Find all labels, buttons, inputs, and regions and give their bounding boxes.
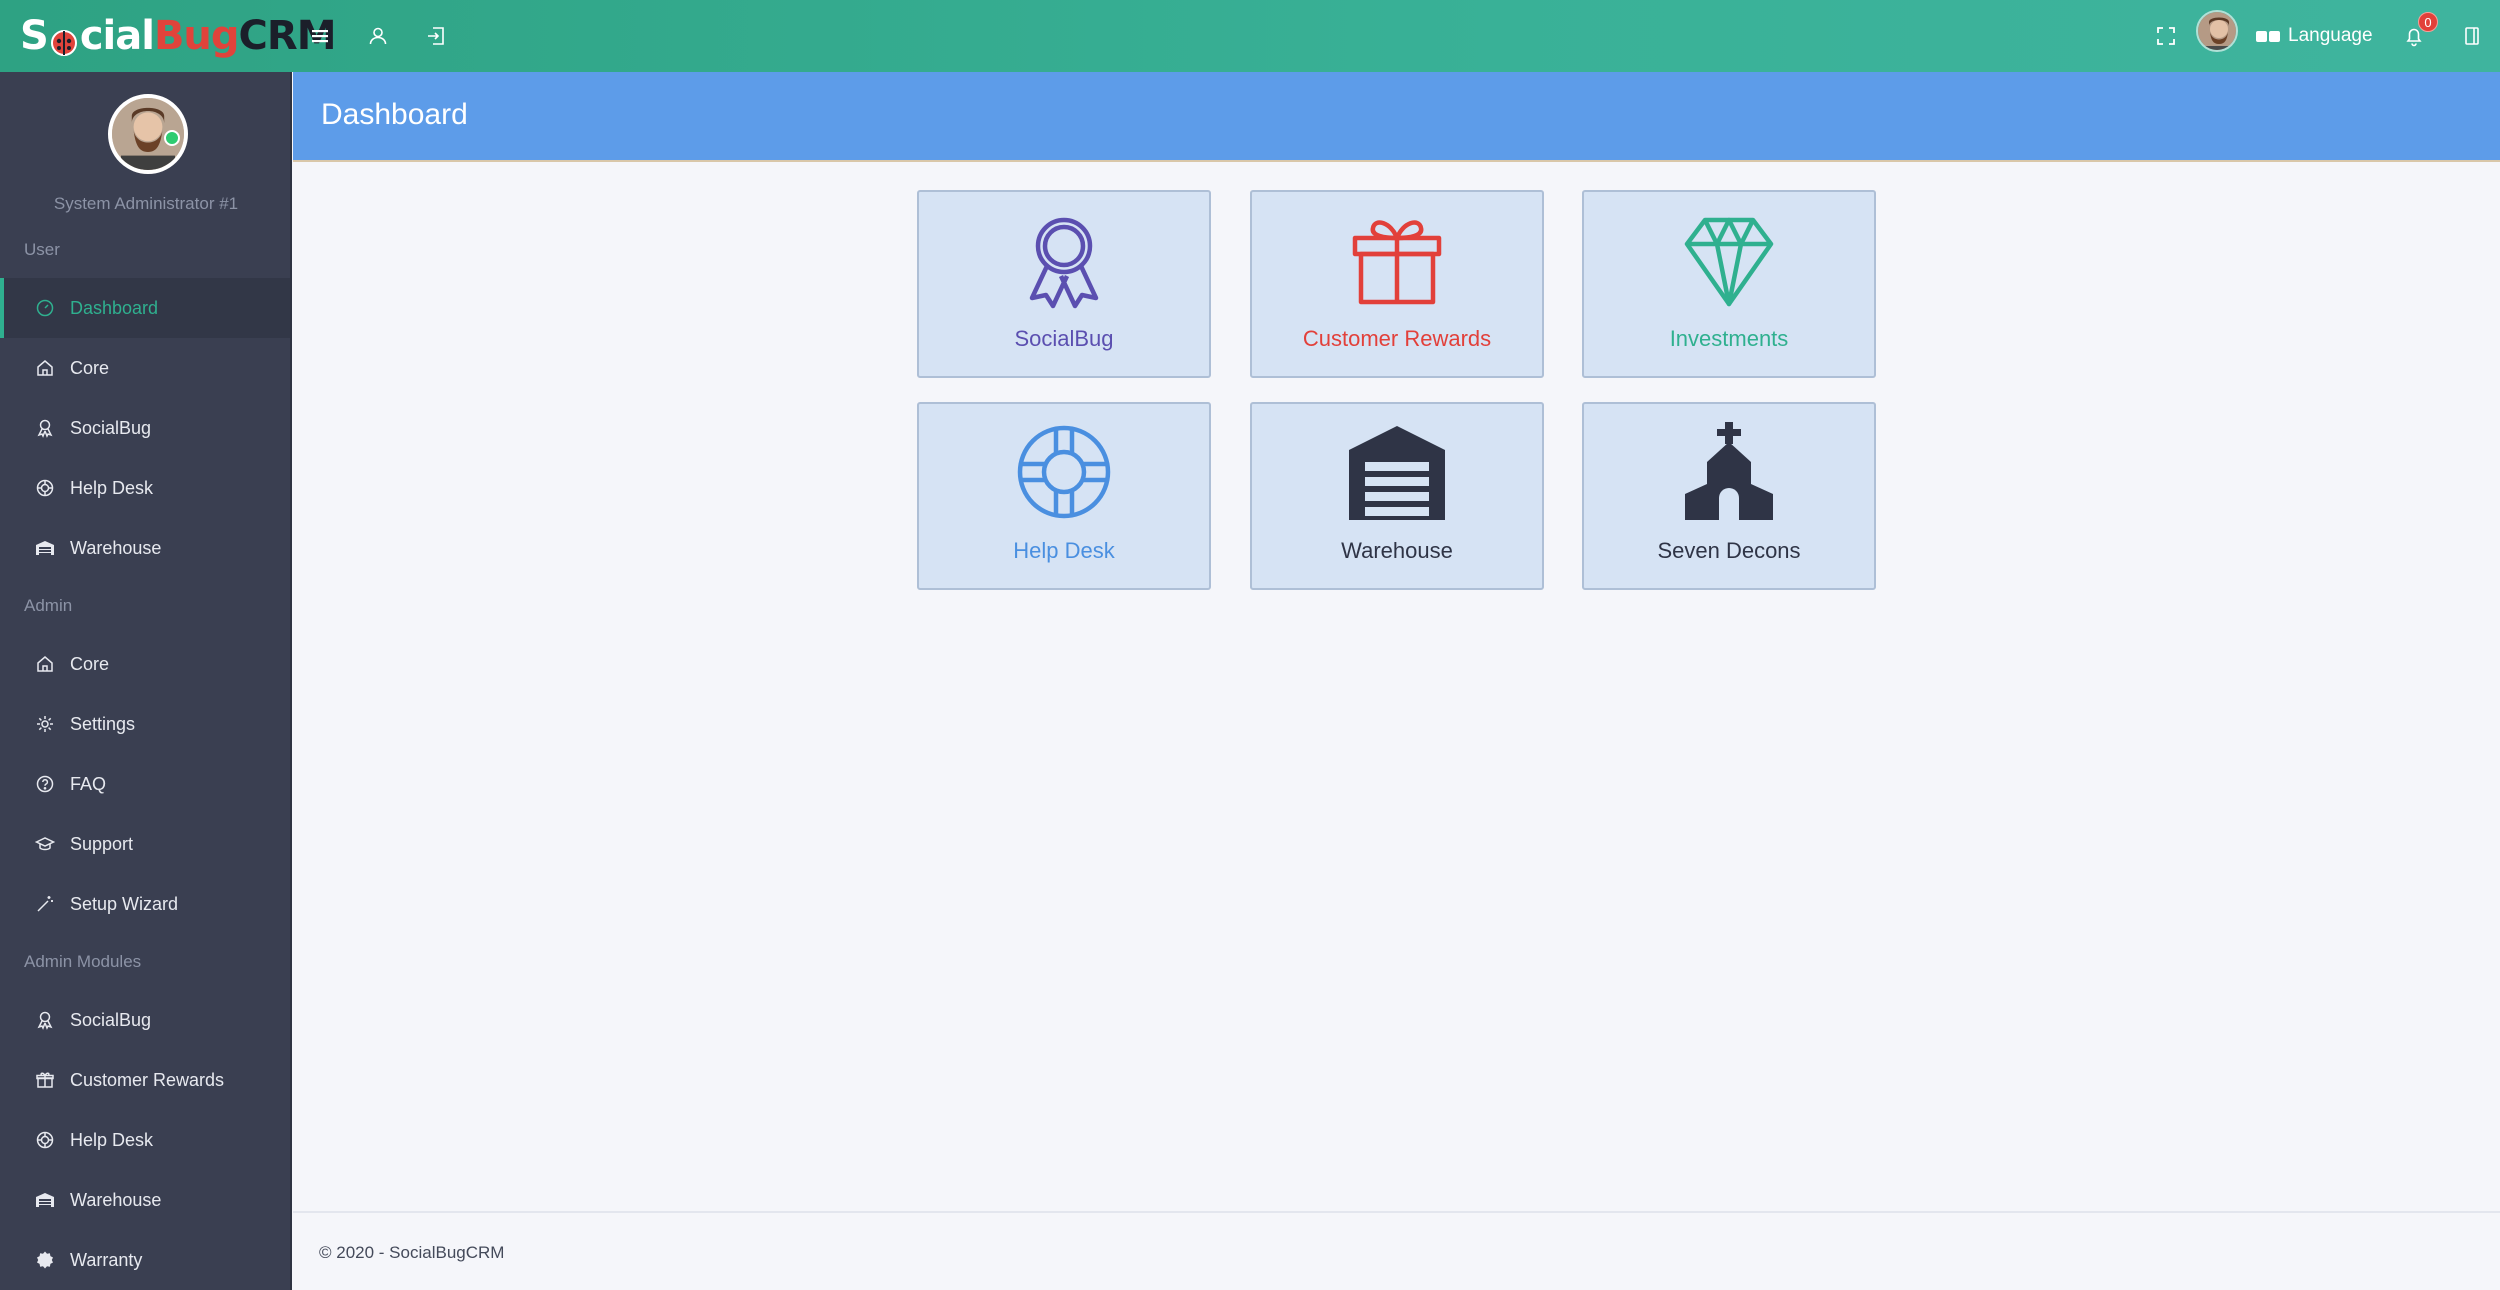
- gift-icon: [34, 1069, 56, 1091]
- sidebar-item-help-desk[interactable]: Help Desk: [0, 458, 290, 518]
- notification-badge: 0: [2418, 12, 2438, 32]
- sidebar-item-label: Help Desk: [70, 477, 154, 498]
- church-icon: [1584, 422, 1874, 522]
- sidebar-item-core[interactable]: Core: [0, 338, 290, 398]
- sidebar-item-label: Help Desk: [70, 1129, 154, 1150]
- tile-label: Customer Rewards: [1302, 326, 1492, 351]
- warehouse-icon: [34, 1189, 56, 1211]
- sidebar-item-module-socialbug[interactable]: SocialBug: [0, 990, 290, 1050]
- tile-socialbug[interactable]: SocialBug: [917, 190, 1211, 378]
- magic-wand-icon: [34, 893, 56, 915]
- sidebar-item-label: Settings: [70, 713, 136, 734]
- profile-name: System Administrator #1: [53, 194, 239, 213]
- section-title-admin: Admin: [24, 596, 73, 615]
- sidebar-item-admin-core[interactable]: Core: [0, 634, 290, 694]
- section-title-admin-modules: Admin Modules: [24, 952, 142, 971]
- warehouse-icon: [1252, 422, 1542, 522]
- user-icon[interactable]: [362, 20, 394, 52]
- sidebar-item-dashboard[interactable]: Dashboard: [0, 278, 290, 338]
- ladybug-icon: [49, 21, 79, 56]
- sidebar-item-label: Warehouse: [70, 1189, 162, 1210]
- logo-text-cial: cial: [79, 13, 155, 59]
- sidebar-item-label: FAQ: [70, 773, 107, 794]
- sidebar-item-label: Warranty: [70, 1249, 143, 1270]
- tile-investments[interactable]: Investments: [1582, 190, 1876, 378]
- tile-label: Help Desk: [1013, 538, 1115, 563]
- ribbon-icon: [34, 417, 56, 439]
- ribbon-icon: [34, 1009, 56, 1031]
- menu-icon[interactable]: [304, 20, 336, 52]
- sidebar-item-module-help-desk[interactable]: Help Desk: [0, 1110, 290, 1170]
- warehouse-icon: [34, 537, 56, 559]
- sidebar-item-label: SocialBug: [70, 1009, 152, 1030]
- sidebar-item-setup-wizard[interactable]: Setup Wizard: [0, 874, 290, 934]
- app-logo[interactable]: S cial Bug CRM: [20, 12, 337, 60]
- logout-icon[interactable]: [420, 20, 452, 52]
- online-status-dot: [164, 130, 180, 146]
- lifebuoy-icon: [919, 422, 1209, 522]
- page-header: Dashboard: [293, 72, 2500, 162]
- footer-copyright: © 2020 - SocialBugCRM: [319, 1243, 505, 1262]
- diamond-icon: [1584, 210, 1874, 310]
- gear-icon: [34, 713, 56, 735]
- sidebar-item-settings[interactable]: Settings: [0, 694, 290, 754]
- sidebar-item-label: Warehouse: [70, 537, 162, 558]
- graduation-icon: [34, 833, 56, 855]
- sidebar-item-label: Support: [70, 833, 134, 854]
- language-label: Language: [2288, 25, 2373, 46]
- top-navbar: S cial Bug CRM Language 0: [0, 0, 2500, 72]
- logo-letter-s: S: [20, 13, 49, 59]
- sidebar-item-warehouse[interactable]: Warehouse: [0, 518, 290, 578]
- footer: © 2020 - SocialBugCRM: [293, 1211, 2500, 1290]
- badge-icon: [34, 1249, 56, 1271]
- lifebuoy-icon: [34, 1129, 56, 1151]
- home-icon: [34, 653, 56, 675]
- sidebar-item-label: Customer Rewards: [70, 1069, 225, 1090]
- sidebar-item-socialbug[interactable]: SocialBug: [0, 398, 290, 458]
- sidebar: System Administrator #1 User Dashboard C…: [0, 72, 292, 1290]
- sidebar-item-label: Core: [70, 653, 110, 674]
- fullscreen-icon[interactable]: [2150, 20, 2182, 52]
- panel-toggle-icon[interactable]: [2456, 20, 2488, 52]
- sidebar-item-label: SocialBug: [70, 417, 152, 438]
- tile-label: Warehouse: [1341, 538, 1453, 563]
- home-icon: [34, 357, 56, 379]
- sidebar-item-label: Setup Wizard: [70, 893, 179, 914]
- sidebar-item-label: Core: [70, 357, 110, 378]
- logo-text-bug: Bug: [153, 13, 240, 59]
- sidebar-item-faq[interactable]: FAQ: [0, 754, 290, 814]
- sidebar-item-module-customer-rewards[interactable]: Customer Rewards: [0, 1050, 290, 1110]
- sidebar-item-module-warehouse[interactable]: Warehouse: [0, 1170, 290, 1230]
- ribbon-icon: [919, 210, 1209, 310]
- tile-help-desk[interactable]: Help Desk: [917, 402, 1211, 590]
- tile-label: SocialBug: [1014, 326, 1114, 351]
- lifebuoy-icon: [34, 477, 56, 499]
- section-title-user: User: [24, 240, 60, 259]
- page-title: Dashboard: [321, 98, 468, 131]
- sidebar-item-module-warranty[interactable]: Warranty: [0, 1230, 290, 1290]
- dashboard-icon: [34, 297, 56, 319]
- tile-customer-rewards[interactable]: Customer Rewards: [1250, 190, 1544, 378]
- question-icon: [34, 773, 56, 795]
- tile-label: Seven Decons: [1657, 538, 1801, 563]
- sidebar-item-support[interactable]: Support: [0, 814, 290, 874]
- tile-label: Investments: [1669, 326, 1789, 351]
- language-flag-icon: [2256, 30, 2280, 42]
- sidebar-item-label: Dashboard: [70, 297, 159, 318]
- language-selector[interactable]: Language: [2256, 22, 2373, 50]
- tile-seven-decons[interactable]: Seven Decons: [1582, 402, 1876, 590]
- gift-icon: [1252, 210, 1542, 310]
- topbar-avatar[interactable]: [2196, 10, 2238, 52]
- tile-warehouse[interactable]: Warehouse: [1250, 402, 1544, 590]
